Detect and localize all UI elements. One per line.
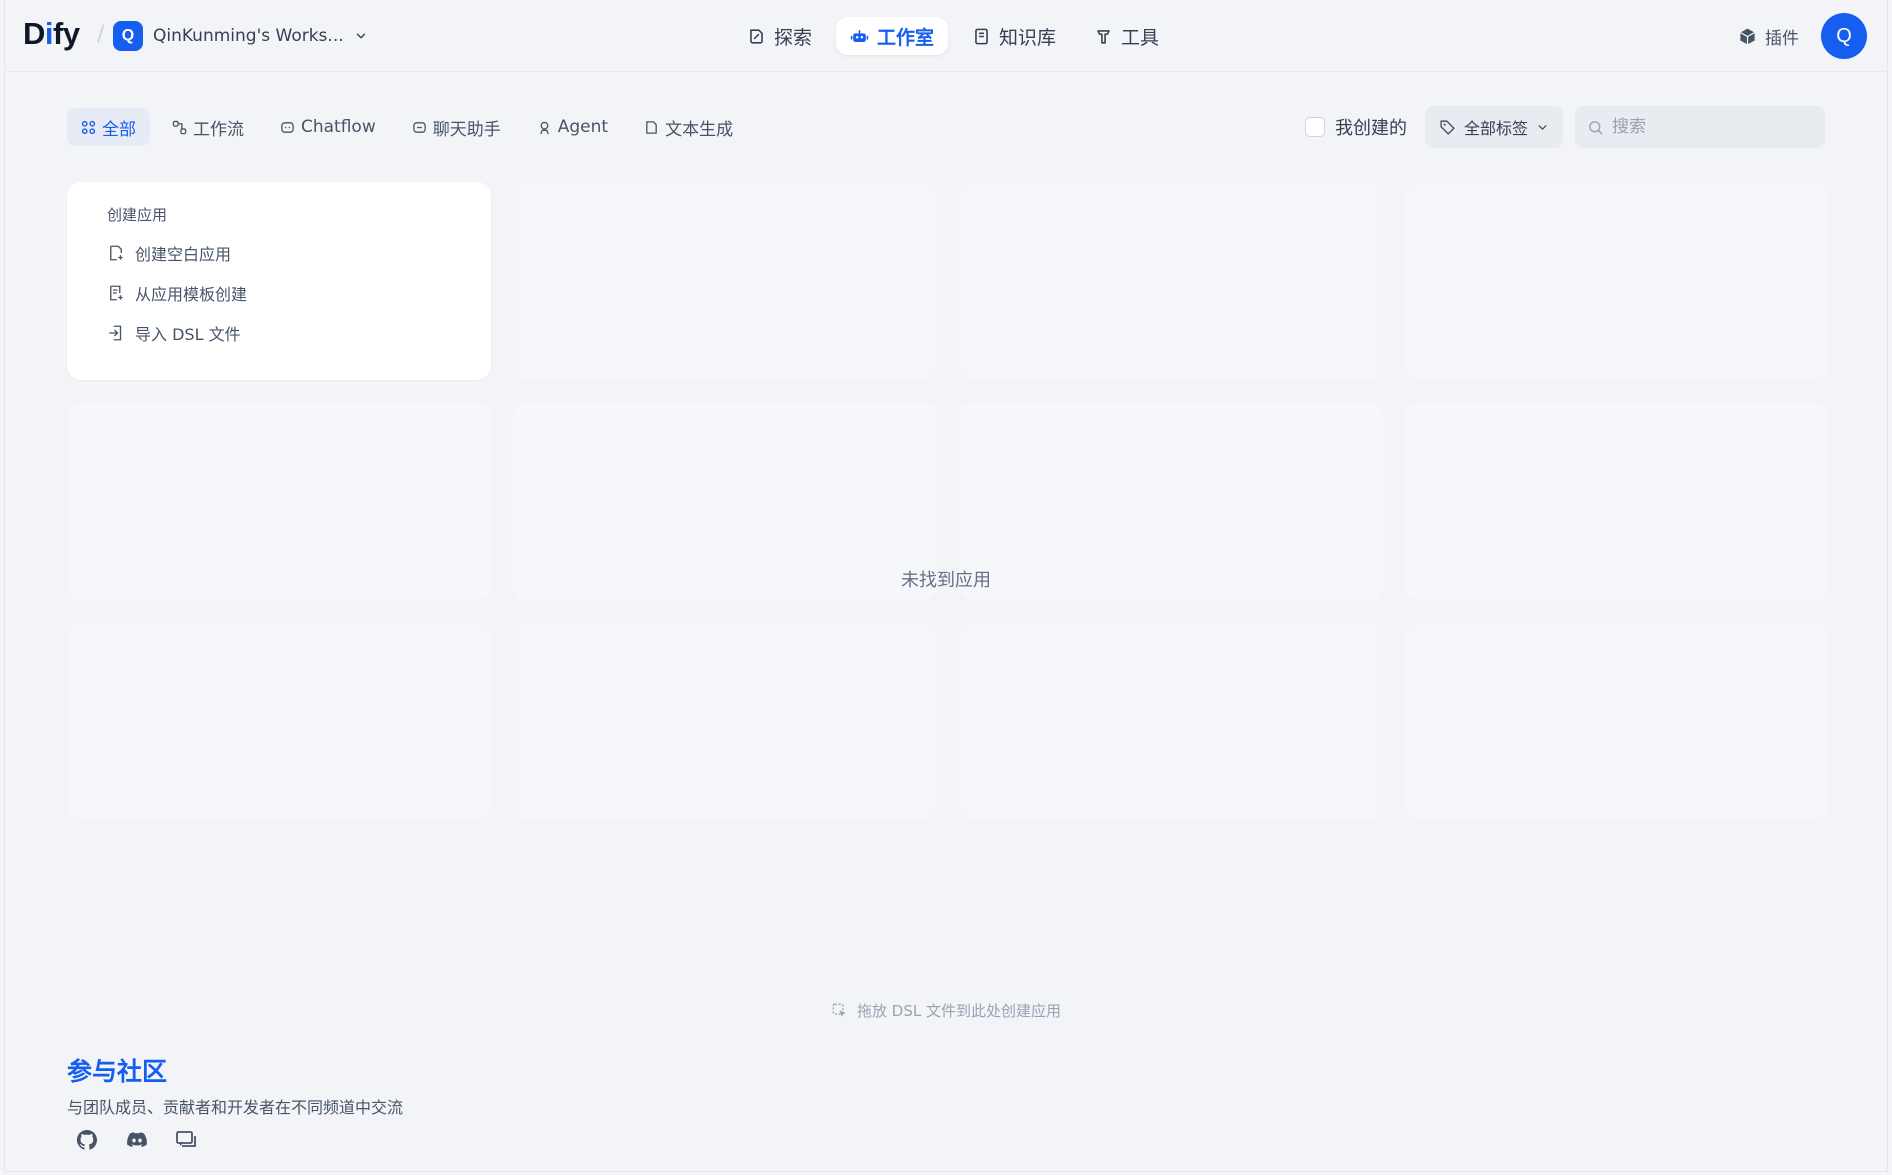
nav-tools-label: 工具 [1121, 26, 1160, 49]
grid-icon [81, 120, 96, 134]
tab-chatflow-label: Chatflow [301, 117, 376, 137]
placeholder-card [1405, 182, 1829, 380]
workflow-icon [172, 120, 187, 134]
nav-tools[interactable]: 工具 [1080, 17, 1173, 55]
tab-workflow[interactable]: 工作流 [158, 108, 258, 146]
app-window: Dify / Q QinKunming's Works... 探索 工作室 知识… [4, 0, 1888, 1172]
placeholder-card [513, 622, 937, 820]
discord-icon[interactable] [125, 1128, 149, 1152]
tag-filter-label: 全部标签 [1463, 119, 1528, 138]
filter-tools: 我创建的 全部标签 [1304, 106, 1825, 148]
chevron-down-icon [354, 29, 368, 43]
search-box [1575, 106, 1825, 148]
dify-logo[interactable]: Dify [23, 16, 80, 52]
forum-icon[interactable] [175, 1128, 199, 1152]
plugins-label: 插件 [1765, 28, 1799, 49]
social-links [75, 1128, 199, 1152]
create-blank-app-label: 创建空白应用 [135, 245, 232, 264]
community-subtitle: 与团队成员、贡献者和开发者在不同频道中交流 [67, 1098, 404, 1117]
create-app-title: 创建应用 [107, 206, 168, 224]
tab-agent[interactable]: Agent [523, 108, 622, 146]
top-header: Dify / Q QinKunming's Works... 探索 工作室 知识… [5, 0, 1887, 72]
dsl-drop-hint-text: 拖放 DSL 文件到此处创建应用 [857, 1002, 1061, 1020]
nav-knowledge[interactable]: 知识库 [958, 17, 1070, 55]
import-icon [109, 325, 122, 341]
tab-text-generation[interactable]: 文本生成 [630, 108, 747, 146]
nav-knowledge-label: 知识库 [999, 26, 1057, 49]
template-icon [110, 285, 123, 301]
tool-icon [1097, 29, 1110, 44]
search-input[interactable] [1612, 117, 1812, 137]
placeholder-card [513, 182, 937, 380]
chat-bubble-icon [281, 121, 294, 133]
create-from-template-button[interactable]: 从应用模板创建 [107, 277, 451, 309]
tab-chat-assistant[interactable]: 聊天助手 [398, 108, 515, 146]
tab-text-generation-label: 文本生成 [665, 119, 734, 140]
agent-icon [539, 121, 549, 134]
tab-all-label: 全部 [102, 119, 136, 140]
nav-studio[interactable]: 工作室 [836, 17, 949, 55]
tab-chat-assistant-label: 聊天助手 [432, 119, 501, 140]
book-icon [975, 28, 988, 44]
import-dsl-button[interactable]: 导入 DSL 文件 [107, 317, 451, 349]
chat-icon [412, 121, 426, 133]
tab-all[interactable]: 全部 [67, 108, 150, 146]
tab-workflow-label: 工作流 [193, 119, 244, 140]
workspace-name: QinKunming's Works... [153, 26, 344, 46]
plugins-button[interactable]: 插件 [1738, 20, 1799, 52]
explore-icon [750, 28, 763, 44]
search-icon [1589, 120, 1603, 135]
created-by-me-checkbox[interactable] [1304, 117, 1325, 137]
cube-icon [1740, 28, 1755, 44]
nav-explore[interactable]: 探索 [733, 17, 826, 55]
placeholder-card [1405, 622, 1829, 820]
user-avatar[interactable]: Q [1821, 13, 1867, 59]
tab-chatflow[interactable]: Chatflow [266, 108, 390, 146]
create-app-card: 创建应用 创建空白应用 从应用模板创建 导入 DSL 文件 [67, 182, 491, 380]
empty-state-text: 未找到应用 [901, 570, 991, 591]
workspace-avatar: Q [113, 21, 143, 51]
app-grid: 创建应用 创建空白应用 从应用模板创建 导入 DSL 文件 [67, 182, 1829, 820]
tag-icon [1440, 119, 1455, 135]
placeholder-card [959, 622, 1383, 820]
chevron-down-icon [1538, 124, 1547, 130]
file-plus-icon [110, 245, 123, 261]
robot-icon [850, 29, 869, 42]
tag-filter-dropdown[interactable]: 全部标签 [1424, 106, 1563, 148]
create-from-template-label: 从应用模板创建 [135, 285, 248, 304]
placeholder-card [67, 622, 491, 820]
community-section: 参与社区 与团队成员、贡献者和开发者在不同频道中交流 [67, 1052, 403, 1118]
nav-studio-label: 工作室 [877, 26, 935, 49]
drag-file-icon [832, 1003, 847, 1017]
main-nav: 探索 工作室 知识库 工具 [733, 17, 1173, 55]
created-by-me-label: 我创建的 [1334, 118, 1407, 139]
import-dsl-label: 导入 DSL 文件 [135, 325, 241, 344]
divider-slash: / [97, 22, 105, 47]
nav-explore-label: 探索 [774, 26, 813, 49]
document-icon [646, 120, 657, 134]
app-type-tabs: 全部 工作流 Chatflow 聊天助手 Agent 文本生成 [67, 108, 747, 146]
created-by-me-filter[interactable]: 我创建的 [1304, 114, 1407, 140]
dsl-drop-hint: 拖放 DSL 文件到此处创建应用 [5, 1000, 1887, 1021]
create-blank-app-button[interactable]: 创建空白应用 [107, 237, 451, 269]
tab-agent-label: Agent [557, 117, 609, 137]
placeholder-card [959, 182, 1383, 380]
workspace-selector[interactable]: Q QinKunming's Works... [113, 18, 368, 54]
community-title: 参与社区 [67, 1057, 168, 1086]
github-icon[interactable] [75, 1128, 99, 1152]
